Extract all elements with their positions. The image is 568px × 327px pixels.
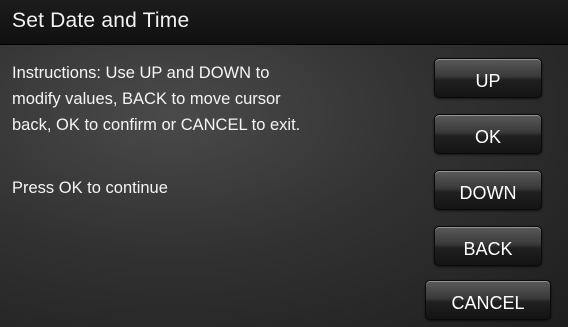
up-button[interactable]: UP bbox=[434, 58, 542, 98]
title-bar: Set Date and Time bbox=[0, 0, 568, 45]
ok-button[interactable]: OK bbox=[434, 114, 542, 154]
back-button[interactable]: BACK bbox=[434, 226, 542, 266]
continue-prompt: Press OK to continue bbox=[12, 179, 168, 197]
date-time-screen: Set Date and Time Instructions: Use UP a… bbox=[0, 0, 568, 327]
cancel-button[interactable]: CANCEL bbox=[425, 280, 551, 320]
page-title: Set Date and Time bbox=[12, 9, 190, 32]
down-button[interactable]: DOWN bbox=[434, 170, 542, 210]
instructions-text: Instructions: Use UP and DOWN to modify … bbox=[12, 64, 301, 134]
